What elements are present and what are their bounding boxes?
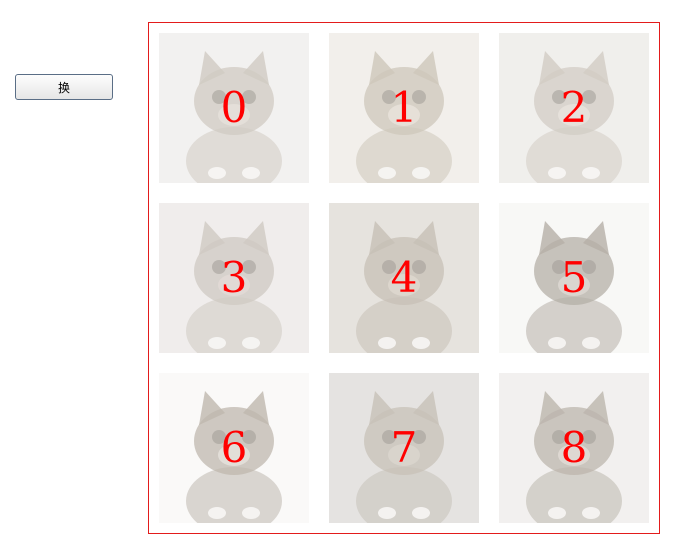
puzzle-grid: 0 1 2 3 4 5 6 7 8 (148, 22, 660, 534)
puzzle-tile-6[interactable]: 6 (159, 373, 309, 523)
tile-number: 3 (220, 253, 248, 302)
puzzle-tile-0[interactable]: 0 (159, 33, 309, 183)
tile-number: 0 (220, 83, 248, 132)
puzzle-tile-7[interactable]: 7 (329, 373, 479, 523)
puzzle-tile-1[interactable]: 1 (329, 33, 479, 183)
tile-number: 4 (390, 253, 418, 302)
puzzle-tile-5[interactable]: 5 (499, 203, 649, 353)
swap-button[interactable]: 换 (15, 74, 113, 100)
tile-number: 2 (560, 83, 588, 132)
puzzle-tile-2[interactable]: 2 (499, 33, 649, 183)
puzzle-tile-3[interactable]: 3 (159, 203, 309, 353)
tile-number: 6 (220, 423, 248, 472)
tile-number: 8 (560, 423, 588, 472)
tile-number: 1 (390, 83, 418, 132)
puzzle-tile-4[interactable]: 4 (329, 203, 479, 353)
puzzle-tile-8[interactable]: 8 (499, 373, 649, 523)
tile-number: 7 (390, 423, 418, 472)
tile-number: 5 (560, 253, 588, 302)
